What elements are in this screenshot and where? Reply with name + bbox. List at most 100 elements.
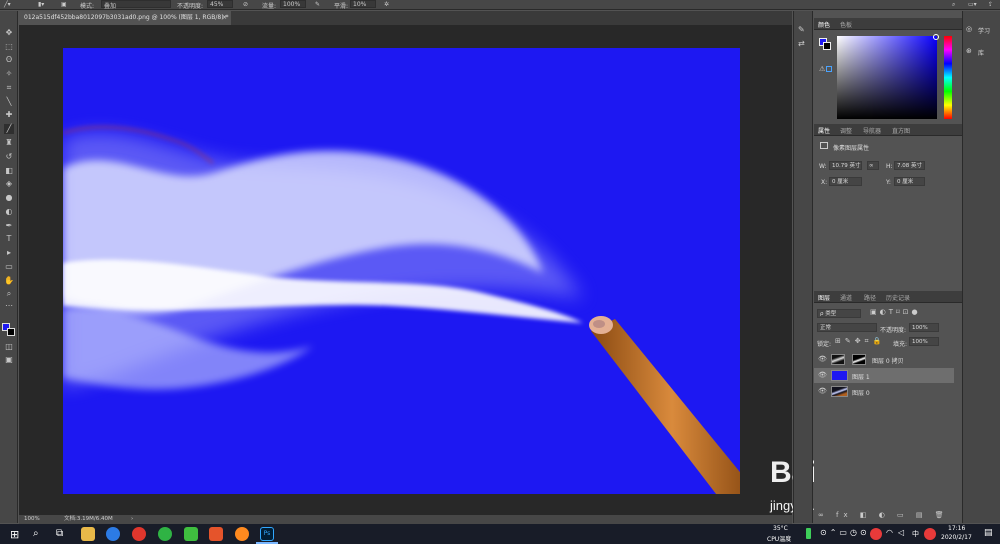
- smooth-input[interactable]: 10%: [350, 0, 376, 8]
- blend-mode-select[interactable]: 正常: [817, 323, 877, 332]
- height-field[interactable]: 7.08 英寸: [894, 161, 925, 170]
- tab-paths[interactable]: 路径: [864, 293, 876, 302]
- file-explorer-icon[interactable]: [81, 527, 95, 541]
- layers-footer-icons[interactable]: ∞ fx ◧ ◐ ▭ ▤ 🗑: [818, 511, 949, 519]
- temperature: 35°C: [773, 525, 788, 532]
- zoom-tool-icon[interactable]: ⌕: [4, 289, 14, 299]
- brush-tool-icon[interactable]: ╱: [4, 124, 14, 134]
- volume-icon[interactable]: ◁: [898, 528, 904, 537]
- flow-input[interactable]: 100%: [280, 0, 306, 8]
- ime-indicator[interactable]: 中: [912, 529, 919, 539]
- crop-tool-icon[interactable]: ⌗: [4, 83, 14, 93]
- workspace-icon[interactable]: ▭▾: [968, 1, 977, 8]
- wifi-icon[interactable]: ◠: [886, 528, 893, 537]
- eraser-icon[interactable]: ◧: [4, 166, 14, 176]
- blur-tool-icon[interactable]: ●: [4, 193, 14, 203]
- color-field[interactable]: [837, 34, 939, 119]
- rectangle-tool-icon[interactable]: ▭: [4, 262, 14, 272]
- security-icon[interactable]: [870, 528, 882, 540]
- pressure-opacity-icon[interactable]: ⊘: [243, 1, 248, 8]
- tab-navigator[interactable]: 导航器: [863, 126, 881, 135]
- clone-stamp-icon[interactable]: ♜: [4, 138, 14, 148]
- document-tab[interactable]: 012a515df452bba8012097b3031ad0.png @ 100…: [19, 11, 231, 25]
- layer-filter-select[interactable]: ρ 类型: [817, 309, 861, 318]
- link-dimensions-icon[interactable]: ∞: [867, 161, 879, 170]
- firefox-icon[interactable]: [235, 527, 249, 541]
- store-app-icon[interactable]: [184, 527, 198, 541]
- lock-icons[interactable]: ⊞✎✥⌗🔒: [835, 337, 885, 346]
- color-picker-marker[interactable]: [933, 34, 939, 40]
- dodge-tool-icon[interactable]: ◐: [4, 207, 14, 217]
- brush-tool-icon[interactable]: ╱▾: [4, 1, 11, 8]
- layer-row[interactable]: 👁 图层 0 拷贝: [814, 352, 954, 367]
- hand-tool-icon[interactable]: ✋: [4, 276, 14, 286]
- tab-color[interactable]: 颜色: [818, 20, 830, 29]
- x-label: X:: [821, 179, 828, 186]
- sogou-icon[interactable]: [924, 528, 936, 540]
- brush-preset-icon[interactable]: ▮▾: [38, 1, 44, 8]
- layer-row-selected[interactable]: 👁 图层 1: [814, 368, 954, 383]
- tab-properties[interactable]: 属性: [818, 126, 830, 135]
- learn-button[interactable]: ◎ 学习: [966, 25, 999, 35]
- mode-select[interactable]: 叠加: [101, 0, 171, 10]
- airbrush-icon[interactable]: ✎: [315, 1, 320, 8]
- chat-app-icon[interactable]: [158, 527, 172, 541]
- windows-start-icon[interactable]: ⊞: [10, 528, 19, 541]
- office-app-icon[interactable]: [209, 527, 223, 541]
- video-app-icon[interactable]: [132, 527, 146, 541]
- path-select-icon[interactable]: ▸: [4, 248, 14, 258]
- opacity-input[interactable]: 45%: [207, 0, 233, 8]
- search-icon[interactable]: ⌕: [952, 1, 955, 9]
- color-bg-swatch[interactable]: [823, 42, 831, 50]
- hue-slider[interactable]: [944, 36, 952, 119]
- notification-icon[interactable]: ▤: [984, 528, 993, 538]
- history-brush-icon[interactable]: ↺: [4, 152, 14, 162]
- tab-channels[interactable]: 通道: [840, 293, 852, 302]
- adjustments-icon[interactable]: ⇄: [798, 39, 805, 48]
- status-menu-icon[interactable]: ›: [131, 515, 133, 524]
- eyedropper-icon[interactable]: ╲: [4, 97, 14, 107]
- layer-row[interactable]: 👁 图层 0: [814, 384, 954, 399]
- layer-filter-icons[interactable]: ▣◐T⌑⊡●: [870, 308, 921, 316]
- tab-layers[interactable]: 图层: [818, 293, 830, 302]
- fill-input[interactable]: 100%: [909, 337, 939, 346]
- share-icon[interactable]: ⇪: [988, 1, 993, 8]
- doc-info[interactable]: 文档:3.19M/6.40M: [64, 515, 113, 524]
- quick-mask-icon[interactable]: ◫: [4, 342, 14, 352]
- tab-swatches[interactable]: 色板: [840, 20, 852, 29]
- visibility-eye-icon[interactable]: 👁: [818, 387, 827, 395]
- screen-mode-icon[interactable]: ▣: [4, 355, 14, 365]
- visibility-eye-icon[interactable]: 👁: [818, 371, 827, 379]
- pen-tool-icon[interactable]: ✒: [4, 221, 14, 231]
- type-tool-icon[interactable]: T: [4, 234, 14, 244]
- magic-wand-icon[interactable]: ✧: [4, 69, 14, 79]
- system-tray-icons[interactable]: ⊙⌃▭◷⊙: [820, 528, 870, 537]
- close-tab-icon[interactable]: ×: [222, 11, 227, 25]
- task-view-icon[interactable]: ⧉: [56, 528, 63, 539]
- x-field[interactable]: 0 厘米: [829, 177, 862, 186]
- layers-opacity-input[interactable]: 100%: [909, 323, 939, 332]
- photoshop-icon[interactable]: Ps: [260, 527, 274, 541]
- brush-settings-icon[interactable]: ✎: [798, 25, 805, 34]
- cpu-temp-icon: [806, 528, 811, 539]
- width-field[interactable]: 10.79 英寸: [829, 161, 862, 170]
- more-tools-icon[interactable]: ⋯: [4, 301, 14, 311]
- tab-adjustments[interactable]: 调整: [840, 126, 852, 135]
- y-field[interactable]: 0 厘米: [894, 177, 925, 186]
- marquee-tool-icon[interactable]: ⬚: [4, 42, 14, 52]
- paint-bucket-icon[interactable]: ◈: [4, 179, 14, 189]
- visibility-eye-icon[interactable]: 👁: [818, 355, 827, 363]
- tab-history[interactable]: 历史记录: [886, 293, 910, 302]
- lasso-tool-icon[interactable]: ʘ: [4, 55, 14, 65]
- brush-panel-icon[interactable]: ▣: [61, 1, 67, 8]
- browser-icon[interactable]: [106, 527, 120, 541]
- smoothing-options-icon[interactable]: ✲: [384, 1, 389, 8]
- background-color-swatch[interactable]: [7, 328, 15, 336]
- canvas[interactable]: [63, 48, 740, 494]
- tab-histogram[interactable]: 直方图: [892, 126, 910, 135]
- move-tool-icon[interactable]: ✥: [4, 28, 14, 38]
- healing-brush-icon[interactable]: ✚: [4, 110, 14, 120]
- search-icon[interactable]: ⌕: [33, 528, 39, 539]
- zoom-level[interactable]: 100%: [24, 515, 40, 524]
- library-button[interactable]: ⊛ 库: [966, 47, 999, 57]
